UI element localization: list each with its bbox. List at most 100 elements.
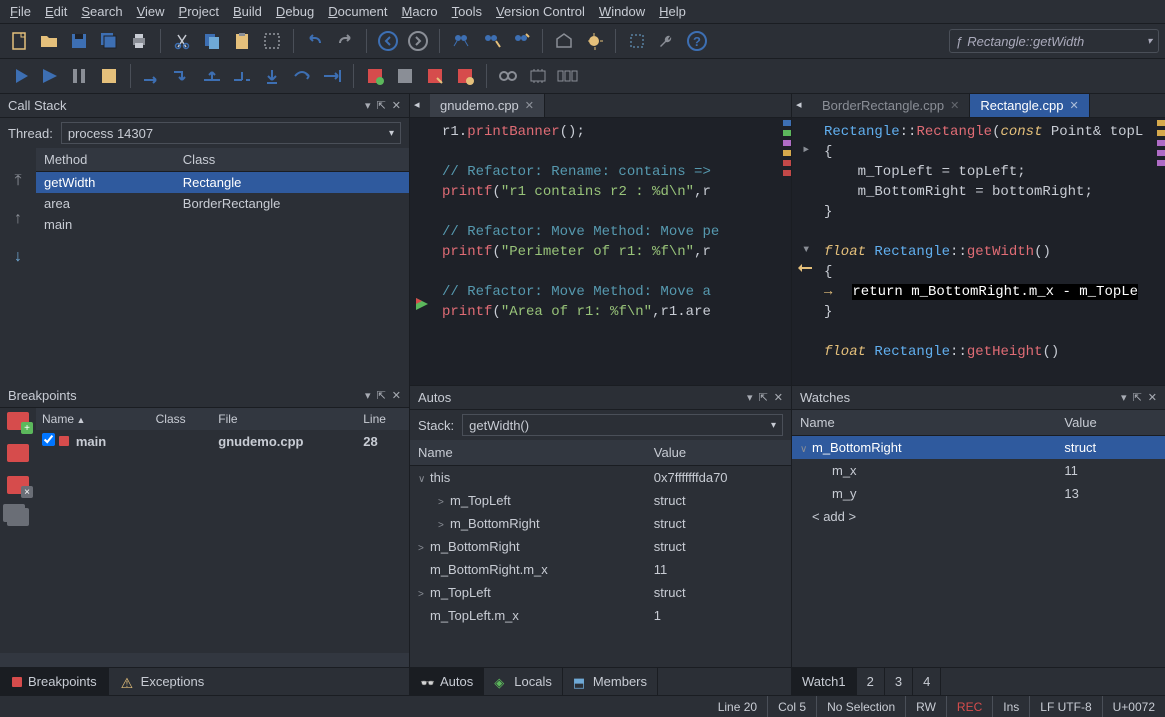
run-to-line-icon[interactable] bbox=[319, 63, 345, 89]
toggle-bp-icon[interactable] bbox=[362, 63, 388, 89]
symbol-combo[interactable]: ƒ Rectangle::getWidth ▾ bbox=[949, 29, 1159, 53]
step-over-2-icon[interactable] bbox=[289, 63, 315, 89]
menu-tools[interactable]: Tools bbox=[452, 4, 482, 19]
watch-header[interactable]: Value bbox=[1056, 410, 1165, 436]
print-icon[interactable] bbox=[126, 28, 152, 54]
memory-icon[interactable] bbox=[525, 63, 551, 89]
callstack-header[interactable]: Class bbox=[175, 148, 409, 172]
expand-icon[interactable]: > bbox=[438, 497, 450, 508]
menu-document[interactable]: Document bbox=[328, 4, 387, 19]
pin-icon[interactable]: ⇱ bbox=[377, 99, 386, 112]
find-icon[interactable] bbox=[448, 28, 474, 54]
tab-locals[interactable]: Locals bbox=[484, 668, 563, 695]
callstack-header[interactable]: Method bbox=[36, 148, 175, 172]
nav-back-icon[interactable] bbox=[375, 28, 401, 54]
tab-breakpoints[interactable]: Breakpoints bbox=[0, 668, 109, 695]
run-to-cursor-icon[interactable] bbox=[229, 63, 255, 89]
registers-icon[interactable] bbox=[555, 63, 581, 89]
expand-icon[interactable]: > bbox=[418, 589, 430, 600]
bounds-icon[interactable] bbox=[624, 28, 650, 54]
disable-bp-icon[interactable] bbox=[392, 63, 418, 89]
pin-icon[interactable]: ⇱ bbox=[377, 389, 386, 402]
find-files-icon[interactable] bbox=[478, 28, 504, 54]
autos-header[interactable]: Value bbox=[646, 440, 791, 466]
delete-bp-icon[interactable] bbox=[452, 63, 478, 89]
watch-row[interactable]: ∨m_BottomRightstruct bbox=[792, 436, 1165, 460]
select-all-icon[interactable] bbox=[259, 28, 285, 54]
dropdown-icon[interactable]: ▾ bbox=[365, 389, 371, 402]
menu-edit[interactable]: Edit bbox=[45, 4, 67, 19]
tab-watch3[interactable]: 3 bbox=[885, 668, 913, 695]
close-icon[interactable]: ✕ bbox=[1148, 391, 1157, 404]
nav-fwd-icon[interactable] bbox=[405, 28, 431, 54]
autos-row[interactable]: >m_BottomRightstruct bbox=[410, 512, 791, 535]
bp-header[interactable]: Line bbox=[357, 408, 409, 430]
callstack-row[interactable]: areaBorderRectangle bbox=[36, 193, 409, 214]
autos-row[interactable]: >m_TopLeftstruct bbox=[410, 489, 791, 512]
tab-watch4[interactable]: 4 bbox=[913, 668, 941, 695]
editor2-tab-1[interactable]: Rectangle.cpp ✕ bbox=[970, 94, 1089, 117]
continue-icon[interactable] bbox=[36, 63, 62, 89]
frame-up-icon[interactable]: ↑ bbox=[14, 210, 22, 228]
expand-icon[interactable]: > bbox=[438, 520, 450, 531]
stack-select[interactable]: getWidth() ▾ bbox=[462, 414, 783, 436]
bp-list-icon[interactable] bbox=[7, 508, 29, 526]
autos-header[interactable]: Name bbox=[410, 440, 646, 466]
tools-icon[interactable] bbox=[654, 28, 680, 54]
cut-icon[interactable] bbox=[169, 28, 195, 54]
goto-top-icon[interactable]: ⤒ bbox=[14, 172, 21, 190]
autos-row[interactable]: m_BottomRight.m_x11 bbox=[410, 558, 791, 581]
menu-window[interactable]: Window bbox=[599, 4, 645, 19]
step-into-2-icon[interactable] bbox=[259, 63, 285, 89]
bp-checkbox[interactable] bbox=[42, 433, 55, 446]
dropdown-icon[interactable]: ▾ bbox=[747, 391, 753, 404]
new-file-icon[interactable] bbox=[6, 28, 32, 54]
step-into-icon[interactable] bbox=[169, 63, 195, 89]
menu-help[interactable]: Help bbox=[659, 4, 686, 19]
frame-down-icon[interactable]: ↓ bbox=[14, 248, 22, 266]
open-folder-icon[interactable] bbox=[36, 28, 62, 54]
close-icon[interactable]: ✕ bbox=[774, 391, 783, 404]
status-line[interactable]: Line 20 bbox=[708, 696, 767, 717]
restart-debug-icon[interactable] bbox=[6, 63, 32, 89]
tab-scroll-left-icon[interactable]: ◂ bbox=[414, 98, 420, 111]
build-icon[interactable] bbox=[551, 28, 577, 54]
autos-row[interactable]: m_TopLeft.m_x1 bbox=[410, 604, 791, 627]
dropdown-icon[interactable]: ▾ bbox=[1121, 391, 1127, 404]
pin-icon[interactable]: ⇱ bbox=[759, 391, 768, 404]
editor1[interactable]: r1.printBanner(); // Refactor: Rename: c… bbox=[410, 118, 791, 385]
menu-search[interactable]: Search bbox=[81, 4, 122, 19]
watch-row[interactable]: < add > bbox=[792, 505, 1165, 528]
tab-autos[interactable]: Autos bbox=[410, 668, 484, 695]
find-symbol-icon[interactable] bbox=[508, 28, 534, 54]
close-icon[interactable]: ✕ bbox=[525, 99, 534, 112]
autos-row[interactable]: >m_TopLeftstruct bbox=[410, 581, 791, 604]
tab-members[interactable]: Members bbox=[563, 668, 658, 695]
watch-row[interactable]: m_y13 bbox=[792, 482, 1165, 505]
bp-icon[interactable] bbox=[7, 444, 29, 462]
debug-icon[interactable] bbox=[581, 28, 607, 54]
redo-icon[interactable] bbox=[332, 28, 358, 54]
dropdown-icon[interactable]: ▾ bbox=[365, 99, 371, 112]
tab-watch1[interactable]: Watch1 bbox=[792, 668, 857, 695]
thread-select[interactable]: process 14307 ▾ bbox=[61, 122, 401, 144]
autos-row[interactable]: >m_BottomRightstruct bbox=[410, 535, 791, 558]
bp-hscroll[interactable] bbox=[0, 653, 409, 667]
copy-icon[interactable] bbox=[199, 28, 225, 54]
tab-scroll-left-icon[interactable]: ◂ bbox=[796, 98, 802, 111]
close-icon[interactable]: ✕ bbox=[392, 99, 401, 112]
menu-view[interactable]: View bbox=[137, 4, 165, 19]
menu-version-control[interactable]: Version Control bbox=[496, 4, 585, 19]
step-over-icon[interactable] bbox=[139, 63, 165, 89]
add-bp-icon[interactable] bbox=[7, 412, 29, 430]
delete-bp-icon[interactable] bbox=[7, 476, 29, 494]
help-icon[interactable]: ? bbox=[684, 28, 710, 54]
stop-icon[interactable] bbox=[96, 63, 122, 89]
save-icon[interactable] bbox=[66, 28, 92, 54]
undo-icon[interactable] bbox=[302, 28, 328, 54]
autos-row[interactable]: ∨this0x7fffffffda70 bbox=[410, 466, 791, 490]
paste-icon[interactable] bbox=[229, 28, 255, 54]
expand-icon[interactable]: ∨ bbox=[418, 474, 430, 485]
bp-header[interactable]: Name bbox=[36, 408, 150, 430]
edit-bp-icon[interactable] bbox=[422, 63, 448, 89]
